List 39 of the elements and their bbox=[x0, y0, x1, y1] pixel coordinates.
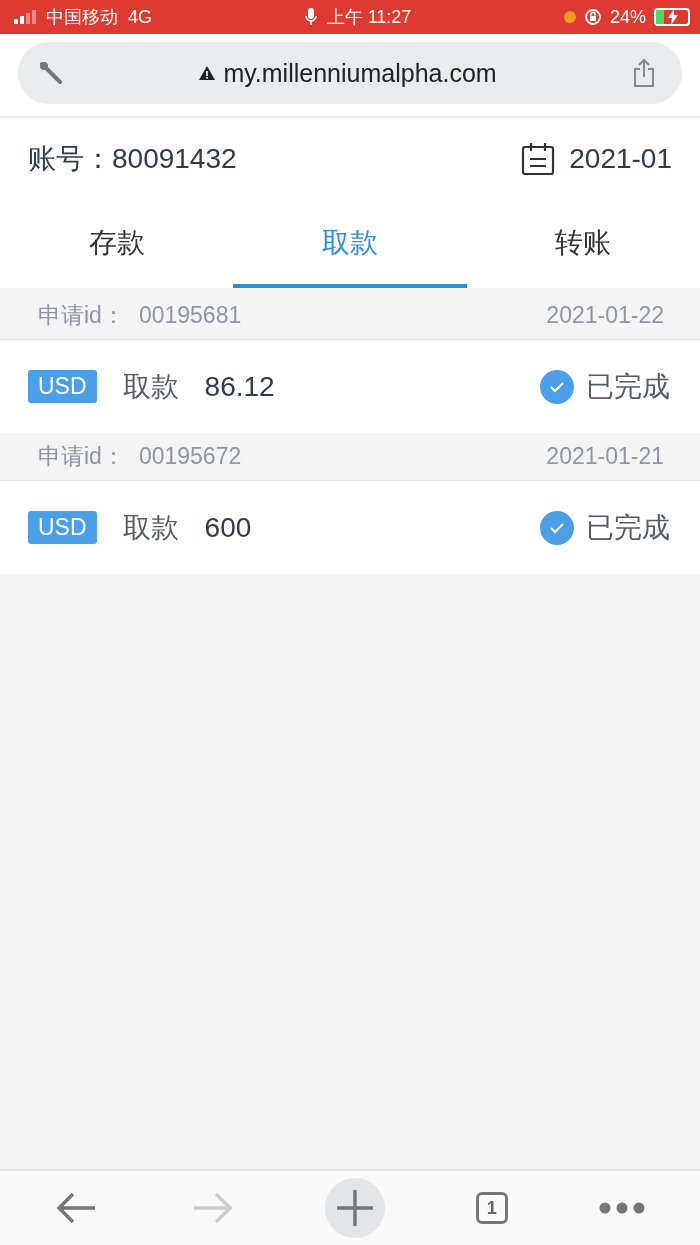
battery-percent: 24% bbox=[609, 6, 646, 28]
more-icon[interactable] bbox=[598, 1202, 645, 1214]
status-time: 上午 11:27 bbox=[326, 6, 412, 29]
request-id-label: 申请id： bbox=[38, 301, 125, 330]
rotation-lock-icon bbox=[583, 8, 602, 26]
share-icon[interactable] bbox=[632, 58, 656, 88]
carrier-name: 中国移动 bbox=[46, 6, 118, 29]
battery-icon bbox=[654, 8, 690, 26]
request-date: 2021-01-22 bbox=[546, 302, 664, 329]
check-icon bbox=[540, 369, 574, 404]
transaction-type: 取款 bbox=[122, 510, 179, 545]
tab[interactable]: 取款 bbox=[233, 212, 467, 288]
microphone-icon bbox=[304, 8, 317, 26]
account-label: 账号： bbox=[28, 142, 112, 176]
request-date: 2021-01-21 bbox=[546, 443, 664, 470]
tab[interactable]: 转账 bbox=[466, 212, 700, 288]
plus-icon[interactable] bbox=[325, 1178, 385, 1238]
amount: 86.12 bbox=[204, 370, 275, 403]
currency-tag: USD bbox=[28, 511, 97, 544]
request-id-label: 申请id： bbox=[38, 442, 125, 471]
indicator-dot bbox=[563, 11, 576, 23]
address-bar[interactable]: my.millenniumalpha.com bbox=[18, 42, 682, 104]
status-text: 已完成 bbox=[586, 510, 670, 545]
transaction-type: 取款 bbox=[122, 369, 179, 404]
request-id: 00195681 bbox=[138, 302, 242, 329]
calendar-icon[interactable] bbox=[521, 142, 556, 176]
signal-icon bbox=[14, 10, 36, 24]
account-number: 80091432 bbox=[112, 143, 237, 175]
status-text: 已完成 bbox=[586, 369, 670, 404]
currency-tag: USD bbox=[28, 370, 97, 403]
request-id: 00195672 bbox=[138, 443, 242, 470]
check-icon bbox=[540, 510, 574, 545]
tab[interactable]: 存款 bbox=[0, 212, 234, 288]
warning-icon bbox=[199, 66, 216, 80]
month-value[interactable]: 2021-01 bbox=[569, 143, 672, 175]
network-type: 4G bbox=[128, 6, 152, 28]
url-text: my.millenniumalpha.com bbox=[223, 58, 497, 88]
amount: 600 bbox=[204, 511, 252, 544]
tab-count[interactable]: 1 bbox=[475, 1192, 508, 1224]
